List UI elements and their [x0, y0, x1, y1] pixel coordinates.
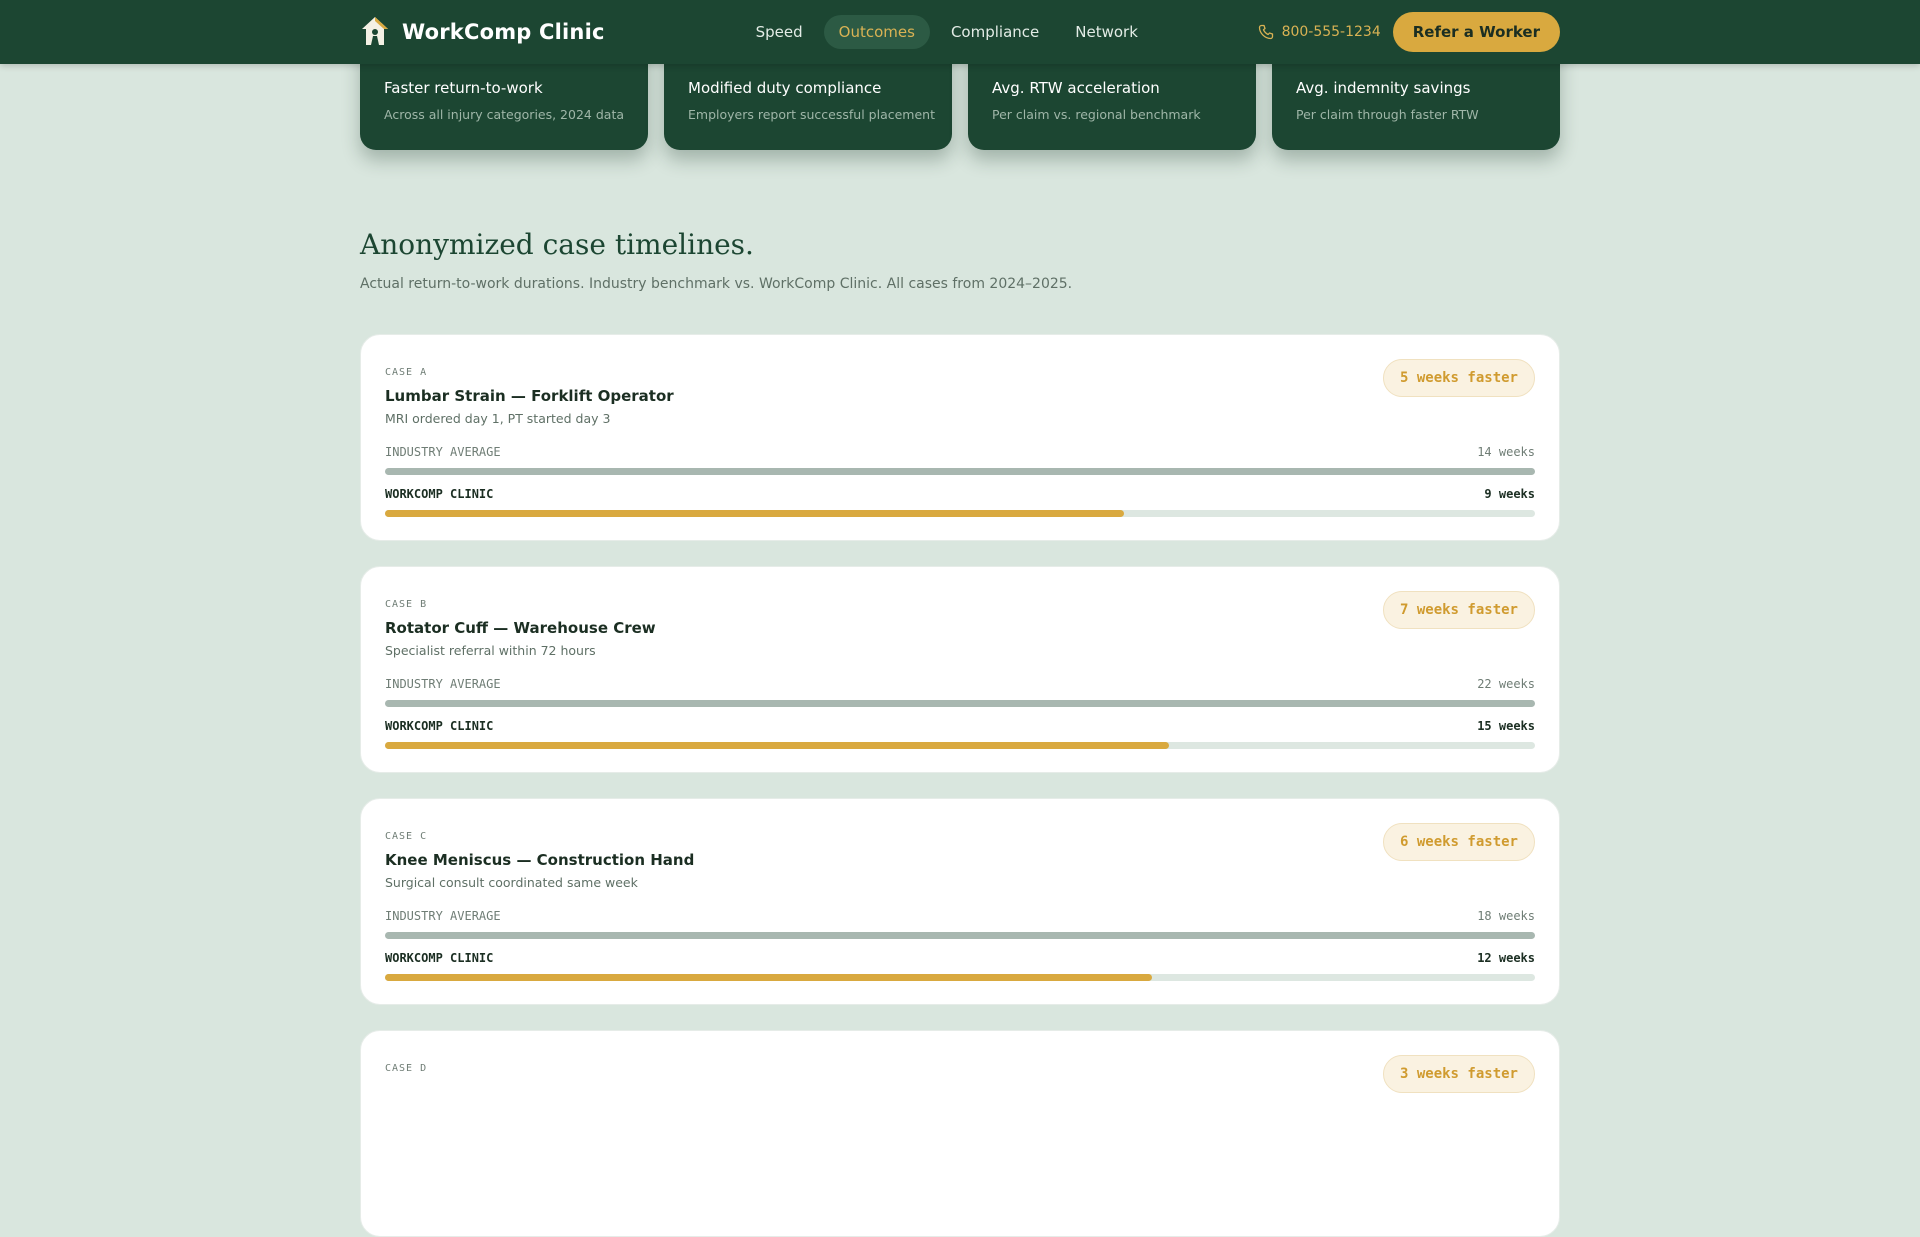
nav-right: 800-555-1234 Refer a Worker — [1258, 12, 1560, 52]
brand-name: WorkComp Clinic — [402, 20, 605, 44]
industry-average-label: INDUSTRY AVERAGE — [385, 909, 501, 923]
stat-subtext: Across all injury categories, 2024 data — [384, 107, 625, 122]
weeks-faster-badge: 3 weeks faster — [1382, 1055, 1535, 1093]
stat-label: Avg. RTW acceleration — [992, 79, 1160, 97]
clinic-label: WORKCOMP CLINIC — [385, 951, 494, 965]
industry-average-bar — [385, 700, 1535, 707]
nav-link-speed[interactable]: Speed — [741, 15, 818, 49]
clinic-label: WORKCOMP CLINIC — [385, 487, 494, 501]
case-tag: CASE A — [385, 367, 428, 378]
case-tag: CASE B — [385, 599, 428, 610]
clinic-value: 9 weeks — [1484, 487, 1535, 501]
industry-average-label: INDUSTRY AVERAGE — [385, 445, 501, 459]
weeks-faster-badge: 5 weeks faster — [1382, 359, 1535, 397]
refer-worker-button[interactable]: Refer a Worker — [1392, 12, 1560, 52]
phone-number: 800-555-1234 — [1281, 24, 1381, 40]
clinic-bar-fill — [385, 974, 1152, 981]
case-tag: CASE D — [385, 1063, 428, 1074]
stat-label: Faster return-to-work — [384, 79, 543, 97]
case-card: CASE B Rotator Cuff — Warehouse Crew Spe… — [360, 566, 1560, 773]
weeks-faster-badge: 6 weeks faster — [1382, 823, 1535, 861]
stat-label: Avg. indemnity savings — [1296, 79, 1471, 97]
industry-average-value: 18 weeks — [1477, 909, 1535, 923]
nav-links: Speed Outcomes Compliance Network — [741, 15, 1153, 49]
stat-subtext: Per claim through faster RTW — [1296, 107, 1479, 122]
clinic-logo-icon — [362, 17, 388, 45]
nav-link-compliance[interactable]: Compliance — [936, 15, 1054, 49]
industry-average-value: 14 weeks — [1477, 445, 1535, 459]
phone-link[interactable]: 800-555-1234 — [1258, 24, 1381, 40]
clinic-value: 12 weeks — [1477, 951, 1535, 965]
clinic-value: 15 weeks — [1477, 719, 1535, 733]
case-title: Lumbar Strain — Forklift Operator — [385, 387, 674, 405]
industry-average-bar — [385, 468, 1535, 475]
case-title: Rotator Cuff — Warehouse Crew — [385, 619, 656, 637]
section-title: Anonymized case timelines. — [360, 228, 754, 261]
industry-average-bar — [385, 932, 1535, 939]
case-title: Knee Meniscus — Construction Hand — [385, 851, 695, 869]
case-card: CASE D 3 weeks faster — [360, 1030, 1560, 1237]
nav-link-network[interactable]: Network — [1060, 15, 1153, 49]
top-navbar: WorkComp Clinic Speed Outcomes Complianc… — [0, 0, 1920, 64]
phone-icon — [1258, 24, 1273, 40]
case-card: CASE A Lumbar Strain — Forklift Operator… — [360, 334, 1560, 541]
case-card: CASE C Knee Meniscus — Construction Hand… — [360, 798, 1560, 1005]
clinic-bar-track — [385, 742, 1535, 749]
industry-average-value: 22 weeks — [1477, 677, 1535, 691]
case-tag: CASE C — [385, 831, 428, 842]
clinic-bar-track — [385, 974, 1535, 981]
industry-average-label: INDUSTRY AVERAGE — [385, 677, 501, 691]
case-description: MRI ordered day 1, PT started day 3 — [385, 411, 611, 426]
brand[interactable]: WorkComp Clinic — [360, 15, 605, 49]
case-description: Specialist referral within 72 hours — [385, 643, 596, 658]
clinic-bar-fill — [385, 742, 1170, 749]
clinic-bar-track — [385, 510, 1535, 517]
section-subtitle: Actual return-to-work durations. Industr… — [360, 276, 1073, 292]
nav-link-outcomes[interactable]: Outcomes — [823, 15, 930, 49]
clinic-bar-fill — [385, 510, 1125, 517]
stat-subtext: Per claim vs. regional benchmark — [992, 107, 1201, 122]
stat-subtext: Employers report successful placement — [688, 107, 935, 122]
case-description: Surgical consult coordinated same week — [385, 875, 638, 890]
weeks-faster-badge: 7 weeks faster — [1382, 591, 1535, 629]
navbar-inner: WorkComp Clinic Speed Outcomes Complianc… — [360, 0, 1560, 64]
stat-label: Modified duty compliance — [688, 79, 882, 97]
clinic-label: WORKCOMP CLINIC — [385, 719, 494, 733]
